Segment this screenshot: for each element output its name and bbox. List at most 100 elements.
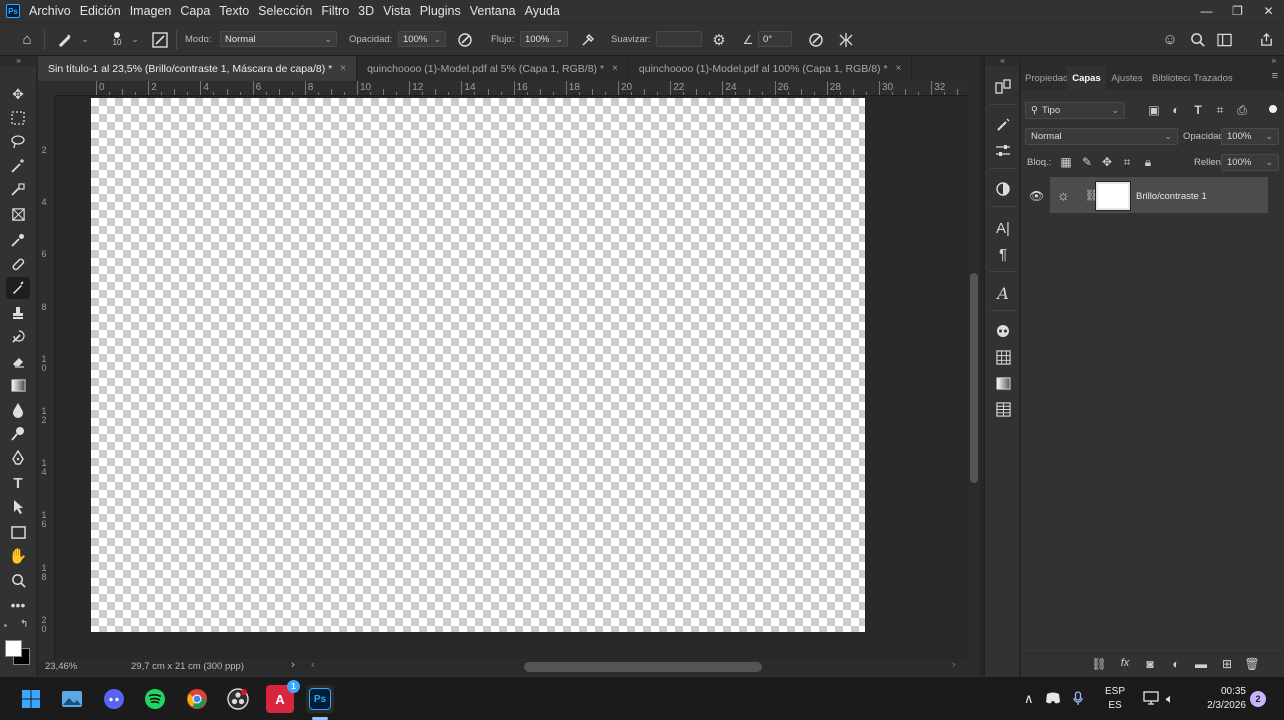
flow-input[interactable]: 100% ⌄	[520, 31, 568, 47]
photoshop-logo[interactable]: Ps	[6, 4, 20, 18]
healing-brush-tool-icon[interactable]	[6, 253, 30, 275]
delete-layer-trash-icon[interactable]: 🗑︎	[1244, 657, 1260, 671]
menu-filtro[interactable]: Filtro	[321, 4, 349, 18]
discord-app-icon[interactable]	[100, 685, 128, 713]
filter-adjustment-icon[interactable]: ◐	[1168, 103, 1184, 117]
vertical-scrollbar[interactable]	[968, 81, 980, 659]
vertical-scroll-thumb[interactable]	[970, 273, 978, 483]
show-hidden-icons-chevron-icon[interactable]: ∧	[1024, 691, 1034, 707]
eraser-tool-icon[interactable]	[6, 350, 30, 372]
lock-image-pixels-icon[interactable]: ✎	[1079, 155, 1095, 169]
canvas-workspace[interactable]	[55, 96, 968, 659]
menu-archivo[interactable]: Archivo	[29, 4, 71, 18]
blend-mode-select[interactable]: Normal ⌄	[1025, 128, 1178, 145]
visibility-eye-icon[interactable]: 👁︎	[1029, 189, 1044, 203]
filter-shape-icon[interactable]: ⌗	[1212, 103, 1228, 118]
menu-vista[interactable]: Vista	[383, 4, 411, 18]
toolbar-collapse-icon[interactable]: »	[0, 56, 37, 66]
menu-3d[interactable]: 3D	[358, 4, 374, 18]
mode-select[interactable]: Normal ⌄	[220, 31, 337, 47]
panel-collapse-icon[interactable]: »	[1021, 56, 1284, 66]
close-button[interactable]: ✕	[1253, 0, 1284, 22]
smoothing-input[interactable]	[656, 31, 702, 47]
airbrush-icon[interactable]	[578, 23, 598, 56]
glyphs-panel-icon[interactable]: A	[991, 282, 1015, 304]
eyedropper-tool-icon[interactable]	[6, 229, 30, 251]
brush-size-picker[interactable]: 10	[106, 23, 128, 56]
patterns-panel-icon[interactable]	[991, 398, 1015, 420]
brush-size-chevron-icon[interactable]: ⌄	[130, 23, 140, 56]
system-clock[interactable]: 00:35 2/3/2026	[1204, 685, 1246, 713]
chrome-app-icon[interactable]	[183, 685, 211, 713]
menu-ayuda[interactable]: Ayuda	[525, 4, 560, 18]
layer-filter-select[interactable]: ⚲ Tipo ⌄	[1025, 102, 1125, 119]
acrobat-app-icon[interactable]: A 1	[266, 680, 300, 713]
notification-center-badge[interactable]: 2	[1250, 691, 1266, 707]
horizontal-scroll-thumb[interactable]	[524, 662, 762, 672]
fill-input[interactable]: 100% ⌄	[1221, 154, 1279, 171]
lock-transparent-pixels-icon[interactable]: ▦	[1058, 155, 1074, 169]
scroll-right-icon[interactable]: ›	[952, 659, 956, 671]
photoshop-taskbar-button[interactable]: Ps	[306, 685, 334, 713]
gradients-panel-icon[interactable]	[991, 372, 1015, 394]
opacity-input[interactable]: 100% ⌄	[398, 31, 446, 47]
hand-tool-icon[interactable]: ✋	[6, 545, 30, 567]
default-colors-icon[interactable]: ▪	[4, 621, 14, 631]
tab-close-icon[interactable]: ×	[612, 63, 618, 74]
menu-capa[interactable]: Capa	[180, 4, 210, 18]
lock-all-icon[interactable]: 🔒︎	[1140, 155, 1156, 170]
gear-icon[interactable]: ⚙	[709, 23, 729, 56]
spotify-app-icon[interactable]	[141, 685, 169, 713]
search-icon[interactable]	[1187, 23, 1207, 56]
layer-opacity-input[interactable]: 100% ⌄	[1221, 128, 1279, 145]
dodge-tool-icon[interactable]	[6, 423, 30, 445]
lock-position-icon[interactable]: ✥	[1099, 155, 1115, 169]
workspace-icon[interactable]	[1214, 23, 1234, 56]
tab-ajustes[interactable]: Ajustes	[1106, 66, 1148, 90]
windows-start-icon[interactable]	[17, 685, 45, 713]
share-icon[interactable]	[1256, 23, 1276, 56]
menu-plugins[interactable]: Plugins	[420, 4, 461, 18]
brightness-contrast-adjustment-icon[interactable]: ☼	[1057, 187, 1070, 203]
layer-name[interactable]: Brillo/contraste 1	[1136, 191, 1207, 202]
menu-imagen[interactable]: Imagen	[130, 4, 172, 18]
menu-texto[interactable]: Texto	[219, 4, 249, 18]
menu-edicion[interactable]: Edición	[80, 4, 121, 18]
rectangle-tool-icon[interactable]	[6, 521, 30, 543]
foreground-color-swatch[interactable]	[5, 640, 22, 657]
panel-menu-icon[interactable]: ≡	[1272, 70, 1278, 82]
photos-app-icon[interactable]	[58, 685, 86, 713]
pressure-opacity-icon[interactable]	[455, 23, 475, 56]
pen-tool-icon[interactable]	[6, 447, 30, 469]
paragraph-panel-icon[interactable]: ¶	[991, 243, 1015, 265]
brush-settings-icon[interactable]	[150, 23, 170, 56]
move-tool-icon[interactable]: ✥	[6, 83, 30, 105]
layer-mask-thumbnail[interactable]	[1095, 181, 1131, 211]
swatches-panel-icon[interactable]	[991, 346, 1015, 368]
adjustments-sliders-icon[interactable]	[991, 140, 1015, 162]
scroll-left-icon[interactable]: ‹	[311, 659, 315, 671]
home-icon[interactable]: ⌂	[16, 23, 38, 56]
color-panel-icon[interactable]	[991, 178, 1015, 200]
tab-trazados[interactable]: Trazados	[1190, 66, 1236, 90]
character-panel-icon[interactable]: A|	[991, 217, 1015, 239]
object-selection-tool-icon[interactable]	[6, 179, 30, 201]
lasso-tool-icon[interactable]	[6, 131, 30, 153]
ruler-corner[interactable]	[38, 81, 55, 96]
horizontal-ruler[interactable]: 0 2 4 6 8 10 12 14 16 18 20 22 24 26 28 30 32	[55, 81, 968, 96]
3d-panel-icon[interactable]	[991, 320, 1015, 342]
brush-tool-icon[interactable]	[54, 23, 76, 56]
brush-preset-chevron-icon[interactable]: ⌄	[80, 23, 90, 56]
discord-tray-icon[interactable]	[1045, 691, 1061, 708]
history-brush-tool-icon[interactable]	[6, 326, 30, 348]
tab-bibliotecas[interactable]: Bibliotecas	[1148, 66, 1190, 90]
tab-close-icon[interactable]: ×	[896, 63, 902, 74]
tab-quinchoooo-100[interactable]: quinchoooo (1)-Model.pdf al 100% (Capa 1…	[629, 56, 913, 81]
gradient-tool-icon[interactable]	[6, 374, 30, 396]
swap-colors-icon[interactable]: ↰	[20, 619, 32, 631]
menu-seleccion[interactable]: Selección	[258, 4, 312, 18]
clone-stamp-tool-icon[interactable]	[6, 302, 30, 324]
link-layers-icon[interactable]: ⛓︎	[1091, 657, 1107, 671]
cloud-user-icon[interactable]: ☺	[1160, 23, 1180, 56]
layer-style-fx-icon[interactable]: fx	[1117, 657, 1133, 669]
